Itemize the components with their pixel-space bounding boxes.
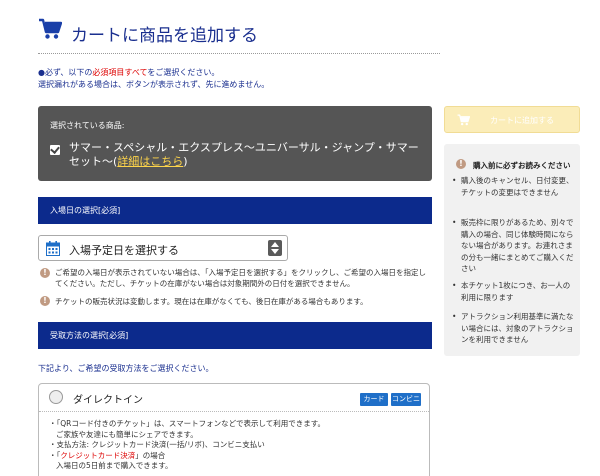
badge-conveni: コンビニ	[391, 393, 421, 406]
notice-text: 選択漏れがある場合は、ボタンが表示されず、先に進めません。	[38, 79, 270, 89]
pickup-detail: 」の場合	[135, 450, 166, 460]
pickup-option-details: ・「QRコード付きのチケット」は、スマートフォンなどで表示して利用できます。 ご…	[49, 419, 419, 472]
page-header: カートに商品を追加する	[38, 14, 440, 54]
pickup-detail-highlight: クレジットカード決済	[60, 450, 136, 460]
purchase-note: アトラクション利用基準に満たない場合には、対象のアトラクションを利用できません	[452, 311, 576, 346]
purchase-note: 販売枠に限りがあるため、別々で購入の場合、同じ体験時間にならない場合があります。…	[452, 217, 576, 275]
pickup-section-header: 受取方法の選択[必須]	[38, 322, 432, 349]
shopping-cart-icon	[457, 114, 470, 126]
pickup-detail: ご家族や友達にも簡単にシェアできます。	[56, 429, 198, 439]
notice-text: ●必ず、以下の	[38, 68, 93, 77]
badge-card: カード	[360, 393, 388, 406]
pickup-detail: ・「QRコード付きのチケット」は、スマートフォンなどで表示して利用できます。	[49, 419, 326, 428]
pickup-detail: ・「	[49, 450, 61, 460]
select-arrows-icon	[268, 240, 282, 256]
pickup-detail: 入場日の5日前まで購入できます。	[56, 461, 173, 470]
pickup-detail: ・支払方法: クレジットカード決済(一括/リボ)、コンビニ支払い	[49, 440, 265, 449]
purchase-notes-title: 購入前に必ずお読みください	[473, 161, 571, 170]
add-to-cart-label: カートに追加する	[490, 116, 554, 125]
product-name-close: )	[183, 155, 188, 168]
date-warning-1: ご希望の入場日が表示されていない場合は、「入場予定日を選択する」をクリックし、ご…	[55, 268, 427, 288]
date-select-text: 入場予定日を選択する	[69, 244, 179, 257]
purchase-note: 本チケット1枚につき、お一人の利用に限ります	[452, 280, 576, 303]
pickup-intro: 下記より、ご希望の受取方法をご選択ください。	[38, 364, 214, 373]
warning-icon: !	[456, 159, 466, 169]
warning-icon: !	[40, 296, 50, 306]
date-select[interactable]: 入場予定日を選択する	[38, 235, 288, 261]
warning-icon: !	[40, 268, 50, 278]
shopping-cart-icon	[39, 18, 62, 39]
pickup-radio[interactable]	[49, 390, 63, 404]
notice-text: をご選択ください。	[147, 68, 220, 77]
pickup-option-title: ダイレクトイン	[73, 395, 143, 406]
product-checkbox[interactable]	[50, 145, 60, 155]
purchase-note: 購入後のキャンセル、日付変更、チケットの変更はできません	[452, 175, 576, 198]
notice-required-text: 必須項目すべて	[92, 68, 148, 77]
selected-product-label: 選択されている商品:	[50, 121, 125, 130]
add-to-cart-button[interactable]: カートに追加する	[444, 106, 580, 133]
page-title: カートに商品を追加する	[71, 26, 258, 46]
product-details-link[interactable]: 詳細はこちら	[117, 155, 183, 168]
product-name: サマー・スペシャル・エクスプレス〜ユニバーサル・ジャンプ・サマーセット〜(詳細は…	[69, 141, 424, 169]
pickup-option-header: ダイレクトイン カード コンビニ	[39, 384, 429, 412]
date-warning-2: チケットの販売状況は変動します。現在は在庫がなくても、後日在庫がある場合もありま…	[55, 297, 368, 306]
pickup-option-direct-in[interactable]: ダイレクトイン カード コンビニ ・「QRコード付きのチケット」は、スマートフォ…	[38, 383, 430, 476]
selected-product-panel: 選択されている商品: サマー・スペシャル・エクスプレス〜ユニバーサル・ジャンプ・…	[38, 106, 432, 181]
date-section-header: 入場日の選択[必須]	[38, 197, 432, 224]
purchase-notes-panel: ! 購入前に必ずお読みください 購入後のキャンセル、日付変更、チケットの変更はで…	[444, 144, 580, 356]
calendar-icon	[46, 241, 60, 256]
required-notice: ●必ず、以下の必須項目すべてをご選択ください。 選択漏れがある場合は、ボタンが表…	[38, 67, 438, 90]
